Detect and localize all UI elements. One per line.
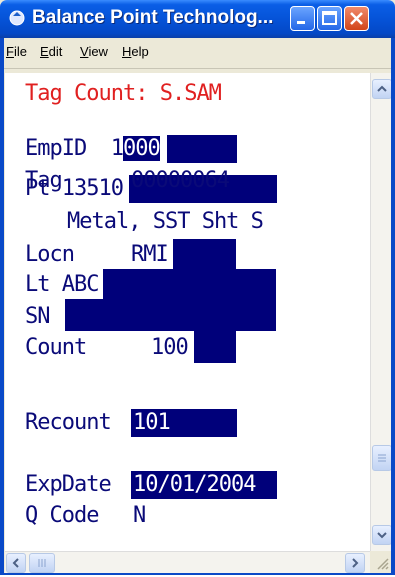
qcode-value: N xyxy=(133,503,146,528)
qcode-label: Q Code xyxy=(25,503,99,528)
menu-file-label: ile xyxy=(13,44,27,59)
menu-help[interactable]: Help xyxy=(122,44,149,59)
empid-highlight-block xyxy=(167,135,237,163)
pt-label: Pt xyxy=(25,176,62,201)
hscroll-thumb[interactable] xyxy=(29,553,55,573)
lt-value: ABC xyxy=(61,272,100,297)
lt-row: Lt ABC xyxy=(25,269,99,301)
title-bar[interactable]: Balance Point Technolog... xyxy=(0,0,395,38)
chevron-down-icon xyxy=(377,532,387,539)
maximize-icon xyxy=(322,11,337,25)
vertical-scrollbar[interactable] xyxy=(370,73,393,551)
menu-edit[interactable]: Edit xyxy=(40,44,62,59)
close-button[interactable] xyxy=(344,6,369,31)
pt-value: 13510 xyxy=(61,176,124,201)
count-label: Count xyxy=(25,335,87,360)
menu-help-mnemonic: H xyxy=(122,44,132,59)
empid-value-highlight[interactable]: 000 xyxy=(122,136,161,161)
grip-lines-icon xyxy=(38,559,46,567)
scroll-up-button[interactable] xyxy=(372,79,392,99)
horizontal-scrollbar[interactable] xyxy=(5,551,370,574)
recount-label: Recount xyxy=(25,410,112,435)
menu-file[interactable]: File xyxy=(6,44,27,59)
lt-highlight-block xyxy=(103,269,276,299)
header-row: Tag Count: S.SAM xyxy=(25,78,222,110)
tag-row: Tag xyxy=(25,140,63,193)
menu-view-label: iew xyxy=(88,44,108,59)
window-title: Balance Point Technolog... xyxy=(32,7,274,28)
scroll-thumb[interactable] xyxy=(372,445,392,471)
count-highlight-block xyxy=(194,331,236,363)
menu-edit-mnemonic: E xyxy=(40,44,49,59)
expdate-label: ExpDate xyxy=(25,472,112,497)
menu-help-label: elp xyxy=(131,44,149,59)
grip-lines-icon xyxy=(378,454,386,462)
empid-value: 1 xyxy=(110,136,124,161)
lt-label: Lt xyxy=(25,272,62,297)
app-window: Balance Point Technolog... File Edit Vie… xyxy=(0,0,395,575)
menu-bar: File Edit View Help xyxy=(0,38,395,69)
terminal-screen[interactable]: Tag Count: S.SAM EmpID 1000 Tag 00000064… xyxy=(5,73,370,551)
pt-row: Pt 13510 xyxy=(25,173,124,205)
count-value: 100 xyxy=(151,335,189,360)
scroll-left-button[interactable] xyxy=(6,553,26,573)
tag-value: 00000064 xyxy=(131,168,230,193)
menu-edit-label: dit xyxy=(48,44,63,59)
recount-value[interactable]: 101 xyxy=(133,407,171,439)
header-user: S.SAM xyxy=(159,81,222,106)
menu-file-mnemonic: F xyxy=(6,44,14,59)
scroll-right-button[interactable] xyxy=(345,553,365,573)
locn-highlight-block xyxy=(173,239,236,269)
window-frame-left xyxy=(0,38,4,575)
locn-label: Locn xyxy=(25,242,75,267)
resize-grip[interactable] xyxy=(370,551,392,573)
description: Metal, SST Sht S xyxy=(67,209,264,234)
close-icon xyxy=(350,12,363,25)
minimize-icon xyxy=(297,21,305,24)
maximize-button[interactable] xyxy=(317,6,342,31)
sn-highlight-block xyxy=(65,299,276,331)
locn-value: RMI xyxy=(131,242,169,267)
empid-gap xyxy=(86,136,111,161)
window-frame-right xyxy=(391,38,395,575)
scroll-down-button[interactable] xyxy=(372,525,392,545)
sn-label: SN xyxy=(25,304,50,329)
chevron-left-icon xyxy=(12,558,19,568)
chevron-up-icon xyxy=(377,85,387,92)
menu-view[interactable]: View xyxy=(80,44,108,59)
resize-grip-icon xyxy=(377,558,389,570)
expdate-value[interactable]: 10/01/2004 xyxy=(133,469,256,501)
header-label: Tag Count: xyxy=(25,81,160,106)
chevron-right-icon xyxy=(352,558,359,568)
app-icon xyxy=(9,10,25,26)
minimize-button[interactable] xyxy=(290,6,315,31)
